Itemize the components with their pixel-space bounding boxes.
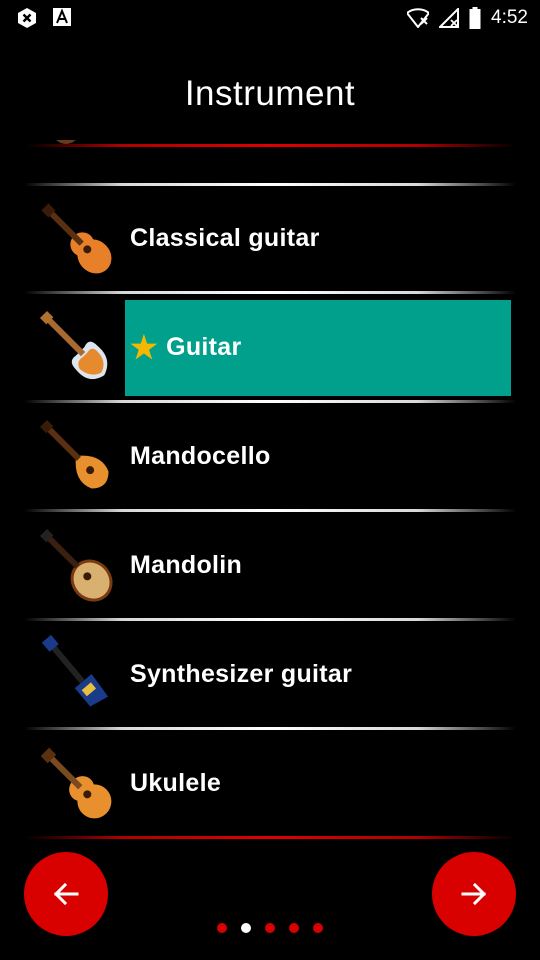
list-item-guitar[interactable]: ★ Guitar (0, 293, 540, 402)
clock: 4:52 (491, 7, 528, 28)
close-box-icon (18, 8, 36, 28)
item-label: Classical guitar (130, 224, 320, 252)
ukulele-icon (40, 747, 112, 819)
page-indicator (0, 923, 540, 933)
classical-guitar-icon (41, 203, 112, 274)
arrow-right-icon (461, 882, 487, 906)
status-bar: 4:52 (0, 0, 540, 36)
list-item-ukulele[interactable]: Ukulele (0, 729, 540, 838)
item-label: Ukulele (130, 769, 222, 797)
synthesizer-guitar-icon (41, 634, 109, 707)
list-item-classical-guitar[interactable]: Classical guitar (0, 184, 540, 293)
mandocello-icon (39, 419, 109, 489)
item-label-text: Guitar (166, 333, 242, 361)
page-dot[interactable] (313, 923, 323, 933)
battery-icon (469, 7, 481, 29)
wifi-icon (407, 8, 430, 28)
page-dot[interactable] (217, 923, 227, 933)
divider (24, 836, 516, 839)
item-label: Mandolin (130, 551, 243, 579)
signal-icon (439, 8, 460, 28)
instrument-list[interactable]: Classical guitar ★ Guitar Mandocello Man… (0, 140, 540, 842)
list-item-mandolin[interactable]: Mandolin (0, 511, 540, 620)
page-title: Instrument (184, 74, 356, 113)
page-dot[interactable] (289, 923, 299, 933)
divider (24, 144, 516, 147)
font-box-icon (53, 8, 71, 26)
item-label: Synthesizer guitar (130, 660, 353, 688)
page-dot[interactable] (265, 923, 275, 933)
item-label: Mandocello (130, 442, 271, 470)
page-dot-active[interactable] (241, 923, 251, 933)
mandolin-icon (39, 528, 113, 602)
item-label: ★ Guitar (130, 293, 242, 402)
favorite-star-icon: ★ (130, 330, 159, 365)
list-item-synthesizer-guitar[interactable]: Synthesizer guitar (0, 620, 540, 729)
arrow-left-icon (53, 882, 79, 906)
list-item-mandocello[interactable]: Mandocello (0, 402, 540, 511)
electric-bass-icon (39, 310, 108, 380)
